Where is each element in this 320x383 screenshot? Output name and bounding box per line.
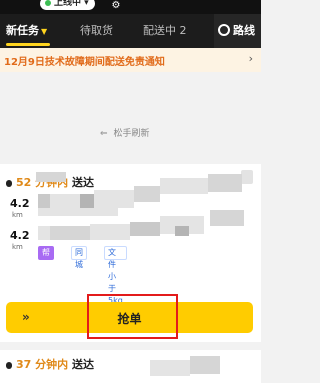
- tab-awaiting-pickup[interactable]: 待取货: [80, 14, 113, 48]
- address-redacted: [190, 356, 220, 374]
- timer-icon: [6, 180, 12, 187]
- top-status-bar: 上线中 ▾ ⚙: [0, 0, 261, 14]
- tab-label: 配送中 2: [143, 24, 187, 37]
- route-button[interactable]: 路线: [214, 14, 261, 48]
- address-redacted: [150, 360, 190, 376]
- tab-delivering[interactable]: 配送中 2: [143, 14, 187, 48]
- tag-item-type: 文件 小于 5kg: [104, 246, 127, 305]
- tab-label: 待取货: [80, 24, 113, 37]
- pull-refresh-hint: ⇐ 松手刷新: [100, 126, 150, 139]
- delivery-time-suffix: 送达: [71, 358, 94, 371]
- tab-label: 新任务: [6, 24, 39, 37]
- delivery-time: 37 分钟内 送达: [6, 356, 94, 372]
- pickup-distance-unit: km: [12, 211, 23, 219]
- order-card-2[interactable]: 37 分钟内 送达: [0, 350, 261, 383]
- gear-icon[interactable]: ⚙: [110, 0, 122, 12]
- pickup-distance: 4.2: [10, 197, 30, 210]
- active-tab-indicator: [6, 43, 50, 46]
- delivery-time-suffix: 送达: [71, 176, 94, 189]
- highlight-annotation-box: [87, 294, 178, 339]
- compass-icon: [218, 24, 230, 36]
- order-card[interactable]: 52 分钟内 送达 4.2 km 4.2 km 帮送 同城 文件 小于 5kg …: [0, 164, 261, 342]
- order-badge: [241, 170, 253, 184]
- refresh-label: 松手刷新: [113, 129, 150, 139]
- chevron-right-icon: ›: [248, 52, 253, 65]
- arrow-left-icon: ⇐: [100, 129, 108, 139]
- online-dot-icon: [45, 0, 51, 6]
- timer-icon: [6, 362, 12, 369]
- filter-triangle-icon[interactable]: ▼: [41, 27, 47, 36]
- route-label: 路线: [233, 24, 255, 37]
- tag-same-city: 同城: [71, 246, 87, 269]
- dropoff-distance: 4.2: [10, 229, 30, 242]
- delivery-time-value: 37 分钟内: [16, 358, 69, 371]
- notice-banner[interactable]: 12月9日技术故障期间配送免责通知 ›: [0, 48, 261, 72]
- notice-text: 12月9日技术故障期间配送免责通知: [4, 57, 165, 68]
- online-status-toggle[interactable]: 上线中 ▾: [40, 0, 95, 10]
- chevron-down-icon: ▾: [84, 0, 89, 8]
- online-status-label: 上线中: [54, 0, 82, 8]
- tag-help-send: 帮送: [38, 246, 54, 269]
- dropoff-distance-unit: km: [12, 243, 23, 251]
